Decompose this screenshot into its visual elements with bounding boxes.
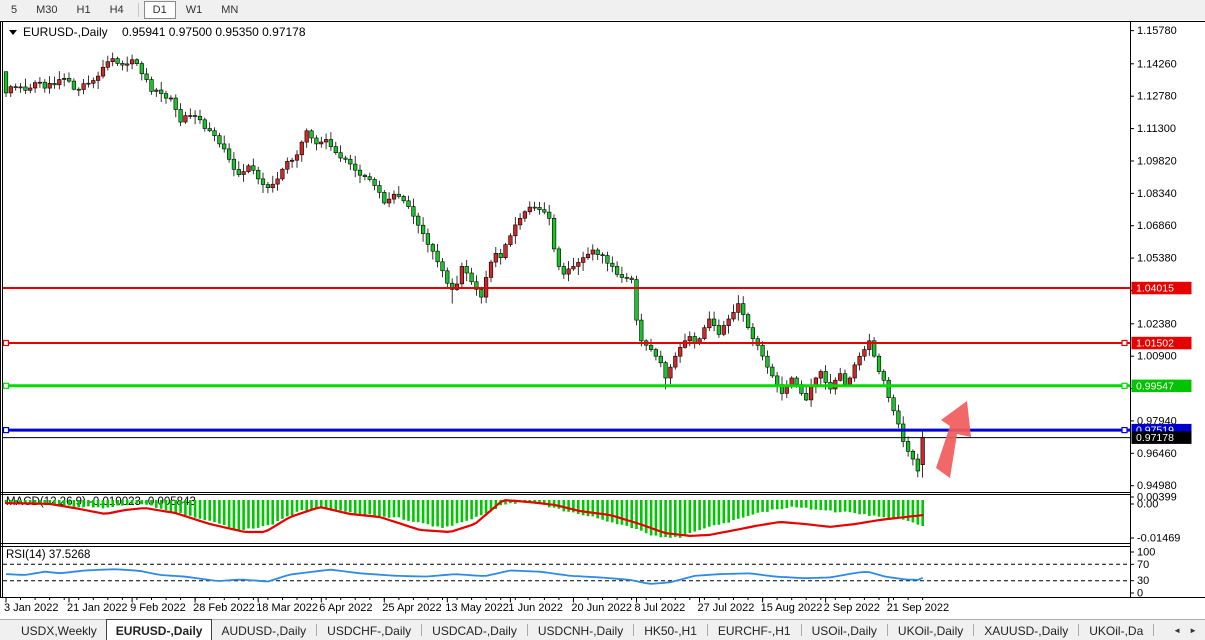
svg-text:1.02380: 1.02380 bbox=[1137, 318, 1177, 330]
rsi-label: RSI(14) 37.5268 bbox=[6, 549, 90, 561]
tab-usoil-daily[interactable]: USOil-,Daily bbox=[803, 621, 886, 640]
svg-text:0.96460: 0.96460 bbox=[1137, 448, 1177, 460]
tab-xauusd-daily[interactable]: XAUUSD-,Daily bbox=[975, 621, 1077, 640]
chart-tab-bar: USDX,WeeklyEURUSD-,DailyAUDUSD-,DailyUSD… bbox=[0, 619, 1205, 640]
svg-text:70: 70 bbox=[1137, 559, 1149, 571]
timeframe-button-H4[interactable]: H4 bbox=[101, 1, 133, 19]
svg-text:1.09820: 1.09820 bbox=[1137, 156, 1177, 168]
tab-scroll-right-icon[interactable]: ► bbox=[1189, 626, 1197, 635]
tab-separator bbox=[973, 624, 974, 636]
tab-separator bbox=[887, 624, 888, 636]
tab-separator bbox=[527, 624, 528, 636]
svg-text:8 Jul 2022: 8 Jul 2022 bbox=[635, 602, 686, 614]
tab-ukoil-da[interactable]: UKOil-,Da bbox=[1080, 621, 1152, 640]
tab-separator bbox=[1078, 624, 1079, 636]
tab-separator bbox=[316, 624, 317, 636]
svg-text:100: 100 bbox=[1137, 547, 1155, 559]
svg-text:-0.01469: -0.01469 bbox=[1137, 533, 1180, 545]
svg-text:21 Sep 2022: 21 Sep 2022 bbox=[887, 602, 949, 614]
svg-text:27 Jul 2022: 27 Jul 2022 bbox=[698, 602, 755, 614]
svg-text:0.00: 0.00 bbox=[1137, 499, 1158, 511]
svg-text:9 Feb 2022: 9 Feb 2022 bbox=[130, 602, 186, 614]
svg-text:1.05380: 1.05380 bbox=[1137, 253, 1177, 265]
svg-text:1 Jun 2022: 1 Jun 2022 bbox=[508, 602, 562, 614]
tab-audusd-daily[interactable]: AUDUSD-,Daily bbox=[212, 621, 315, 640]
svg-text:0: 0 bbox=[1137, 588, 1143, 600]
svg-text:30: 30 bbox=[1137, 575, 1149, 587]
svg-text:6 Apr 2022: 6 Apr 2022 bbox=[319, 602, 372, 614]
svg-text:1.06860: 1.06860 bbox=[1137, 220, 1177, 232]
tab-separator bbox=[707, 624, 708, 636]
svg-text:20 Jun 2022: 20 Jun 2022 bbox=[571, 602, 632, 614]
tab-usdx-weekly[interactable]: USDX,Weekly bbox=[12, 621, 106, 640]
svg-text:28 Feb 2022: 28 Feb 2022 bbox=[193, 602, 255, 614]
svg-text:18 Mar 2022: 18 Mar 2022 bbox=[256, 602, 318, 614]
tab-usdchf-daily[interactable]: USDCHF-,Daily bbox=[318, 621, 420, 640]
tab-eurchf-h1[interactable]: EURCHF-,H1 bbox=[709, 621, 800, 640]
svg-text:1.14260: 1.14260 bbox=[1137, 58, 1177, 70]
svg-text:13 May 2022: 13 May 2022 bbox=[445, 602, 509, 614]
svg-text:1.15780: 1.15780 bbox=[1137, 25, 1177, 37]
svg-text:0.99547: 0.99547 bbox=[1136, 380, 1174, 392]
tab-scroll-arrows: ◄► bbox=[1173, 626, 1205, 635]
chart-title: EURUSD-,Daily bbox=[23, 25, 108, 39]
svg-text:15 Aug 2022: 15 Aug 2022 bbox=[761, 602, 823, 614]
timeframe-button-M30[interactable]: M30 bbox=[27, 1, 66, 19]
svg-text:0.94980: 0.94980 bbox=[1137, 480, 1177, 492]
timeframe-button-D1[interactable]: D1 bbox=[144, 1, 176, 19]
svg-text:1.08340: 1.08340 bbox=[1137, 188, 1177, 200]
toolbar-separator bbox=[138, 3, 139, 17]
chart-canvas[interactable]: EURUSD-,Daily 0.95941 0.97500 0.95350 0.… bbox=[0, 0, 1205, 620]
timeframe-toolbar: 5M30H1H4 D1W1MN bbox=[0, 0, 1205, 20]
tab-usdcad-daily[interactable]: USDCAD-,Daily bbox=[423, 621, 526, 640]
tab-scroll-left-icon[interactable]: ◄ bbox=[1173, 626, 1181, 635]
tab-separator bbox=[1153, 624, 1154, 636]
svg-text:0.97178: 0.97178 bbox=[1136, 432, 1174, 444]
timeframe-button-5[interactable]: 5 bbox=[2, 1, 26, 19]
tab-separator bbox=[801, 624, 802, 636]
svg-text:25 Apr 2022: 25 Apr 2022 bbox=[382, 602, 441, 614]
chart-ohlc-quote: 0.95941 0.97500 0.95350 0.97178 bbox=[122, 25, 306, 39]
svg-text:1.12780: 1.12780 bbox=[1137, 91, 1177, 103]
svg-text:1.11300: 1.11300 bbox=[1137, 123, 1176, 135]
svg-text:1.01502: 1.01502 bbox=[1136, 338, 1174, 350]
svg-text:1.00900: 1.00900 bbox=[1137, 351, 1177, 363]
timeframe-button-H1[interactable]: H1 bbox=[68, 1, 100, 19]
tab-separator bbox=[633, 624, 634, 636]
svg-text:21 Jan 2022: 21 Jan 2022 bbox=[67, 602, 128, 614]
tab-separator bbox=[421, 624, 422, 636]
svg-text:2 Sep 2022: 2 Sep 2022 bbox=[824, 602, 880, 614]
tab-usdcnh-daily[interactable]: USDCNH-,Daily bbox=[529, 621, 632, 640]
timeframe-button-W1[interactable]: W1 bbox=[177, 1, 212, 19]
svg-text:1.04015: 1.04015 bbox=[1136, 283, 1174, 295]
mt4-window: 5M30H1H4 D1W1MN EURUSD-,Daily 0.95941 0.9… bbox=[0, 0, 1205, 640]
svg-text:3 Jan 2022: 3 Jan 2022 bbox=[4, 602, 58, 614]
tab-ukoil-daily[interactable]: UKOil-,Daily bbox=[889, 621, 972, 640]
timeframe-button-MN[interactable]: MN bbox=[212, 1, 247, 19]
tab-eurusd-daily[interactable]: EURUSD-,Daily bbox=[106, 619, 213, 640]
tab-hk50-h1[interactable]: HK50-,H1 bbox=[635, 621, 706, 640]
